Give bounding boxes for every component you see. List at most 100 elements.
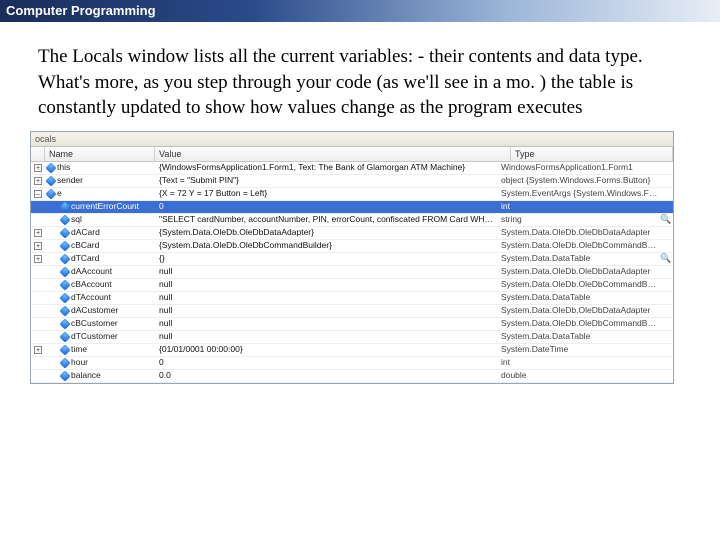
slide-title: Computer Programming — [6, 3, 156, 18]
row-value[interactable]: null — [155, 291, 497, 304]
row-type: System.DateTime — [497, 343, 659, 356]
row-name: balance — [45, 369, 155, 382]
row-value[interactable]: 0 — [155, 356, 497, 369]
column-value[interactable]: Value — [155, 147, 511, 161]
table-row[interactable]: dTAccountnullSystem.Data.DataTable — [31, 292, 673, 305]
table-row[interactable]: + sender{Text = "Submit PIN"}object {Sys… — [31, 175, 673, 188]
variable-icon — [59, 370, 70, 381]
visualizer-icon[interactable]: 🔍 — [659, 213, 673, 226]
variable-icon — [59, 266, 70, 277]
row-value[interactable]: {01/01/0001 00:00:00} — [155, 343, 497, 356]
row-value[interactable]: null — [155, 278, 497, 291]
table-row[interactable]: + this{WindowsFormsApplication1.Form1, T… — [31, 162, 673, 175]
table-row[interactable]: + dTCard{}System.Data.DataTable🔍 — [31, 253, 673, 266]
row-expander[interactable]: + — [31, 252, 45, 265]
row-type: System.Data.DataTable — [497, 252, 659, 265]
row-name: dTCustomer — [45, 330, 155, 343]
variable-icon — [59, 214, 70, 225]
row-type: System.Data.DataTable — [497, 330, 659, 343]
slide-header: Computer Programming — [0, 0, 720, 22]
variable-icon — [59, 253, 70, 264]
row-name: dACard — [45, 226, 155, 239]
variable-icon — [45, 162, 56, 173]
row-type: System.Data.OleDb.OleDbDataAdapter — [497, 226, 659, 239]
row-expander[interactable]: + — [31, 174, 45, 187]
row-value[interactable]: 0 — [155, 200, 497, 213]
table-row[interactable]: + time{01/01/0001 00:00:00}System.DateTi… — [31, 344, 673, 357]
row-value[interactable]: null — [155, 304, 497, 317]
row-name: dTAccount — [45, 291, 155, 304]
row-type: System.EventArgs {System.Windows.Forms.M… — [497, 187, 659, 200]
variable-icon — [45, 188, 56, 199]
row-expander[interactable]: + — [31, 343, 45, 356]
variable-icon — [59, 344, 70, 355]
variable-icon — [59, 227, 70, 238]
variable-icon — [59, 279, 70, 290]
row-value[interactable]: {X = 72 Y = 17 Button = Left} — [155, 187, 497, 200]
row-type: System.Data.OleDb.OleDbCommandBuilder — [497, 278, 659, 291]
row-name: cBAccount — [45, 278, 155, 291]
table-row[interactable]: – e{X = 72 Y = 17 Button = Left}System.E… — [31, 188, 673, 201]
row-value[interactable]: {WindowsFormsApplication1.Form1, Text: T… — [155, 161, 497, 174]
row-expander[interactable]: – — [31, 187, 45, 200]
row-type: System.Data.OleDb.OleDbDataAdapter — [497, 265, 659, 278]
row-type: System.Data.OleDb.OleDbCommandBuilder — [497, 239, 659, 252]
table-row[interactable]: dACustomernullSystem.Data.OleDb.OleDbDat… — [31, 305, 673, 318]
table-row[interactable]: sql"SELECT cardNumber, accountNumber, PI… — [31, 214, 673, 227]
row-value[interactable]: "SELECT cardNumber, accountNumber, PIN, … — [155, 213, 497, 226]
row-name: cBCustomer — [45, 317, 155, 330]
table-row[interactable]: dTCustomernullSystem.Data.DataTable — [31, 331, 673, 344]
row-type: string — [497, 213, 659, 226]
table-row[interactable]: + dACard{System.Data.OleDb.OleDbDataAdap… — [31, 227, 673, 240]
row-name: time — [45, 343, 155, 356]
row-type: System.Data.DataTable — [497, 291, 659, 304]
row-value[interactable]: {System.Data.OleDb.OleDbDataAdapter} — [155, 226, 497, 239]
variable-icon — [59, 357, 70, 368]
row-name: dACustomer — [45, 304, 155, 317]
row-name: cBCard — [45, 239, 155, 252]
row-name: currentErrorCount — [45, 200, 155, 213]
row-name: sender — [45, 174, 155, 187]
variable-icon — [59, 240, 70, 251]
row-name: this — [45, 161, 155, 174]
row-value[interactable]: {Text = "Submit PIN"} — [155, 174, 497, 187]
row-value[interactable]: 0.0 — [155, 369, 497, 382]
row-type: System.Data.OleDb.OleDbDataAdapter — [497, 304, 659, 317]
table-row[interactable]: currentErrorCount0int — [31, 201, 673, 214]
row-value[interactable]: {System.Data.OleDb.OleDbCommandBuilder} — [155, 239, 497, 252]
row-name: e — [45, 187, 155, 200]
locals-pane-title: ocals — [31, 132, 673, 147]
row-name: dAAccount — [45, 265, 155, 278]
row-type: System.Data.OleDb.OleDbCommandBuilder — [497, 317, 659, 330]
table-row[interactable]: + cBCard{System.Data.OleDb.OleDbCommandB… — [31, 240, 673, 253]
row-name: sql — [45, 213, 155, 226]
row-expander[interactable]: + — [31, 161, 45, 174]
variable-icon — [45, 175, 56, 186]
table-row[interactable]: balance0.0double — [31, 370, 673, 383]
column-type[interactable]: Type — [511, 147, 673, 161]
row-value[interactable]: null — [155, 317, 497, 330]
table-row[interactable]: cBAccountnullSystem.Data.OleDb.OleDbComm… — [31, 279, 673, 292]
row-type: double — [497, 369, 659, 382]
row-value[interactable]: null — [155, 265, 497, 278]
visualizer-icon[interactable]: 🔍 — [659, 252, 673, 265]
variable-icon — [59, 305, 70, 316]
locals-window: ocals Name Value Type + this{WindowsForm… — [30, 131, 674, 384]
column-name[interactable]: Name — [45, 147, 155, 161]
variable-icon — [59, 318, 70, 329]
row-expander[interactable]: + — [31, 226, 45, 239]
row-type: WindowsFormsApplication1.Form1 — [497, 161, 659, 174]
row-value[interactable]: {} — [155, 252, 497, 265]
variable-icon — [59, 331, 70, 342]
table-row[interactable]: cBCustomernullSystem.Data.OleDb.OleDbCom… — [31, 318, 673, 331]
table-row[interactable]: hour0int — [31, 357, 673, 370]
row-value[interactable]: null — [155, 330, 497, 343]
variable-icon — [59, 292, 70, 303]
locals-rows: + this{WindowsFormsApplication1.Form1, T… — [31, 162, 673, 383]
row-expander[interactable]: + — [31, 239, 45, 252]
row-type: object {System.Windows.Forms.Button} — [497, 174, 659, 187]
variable-icon — [59, 201, 70, 212]
table-row[interactable]: dAAccountnullSystem.Data.OleDb.OleDbData… — [31, 266, 673, 279]
row-name: hour — [45, 356, 155, 369]
row-type: int — [497, 356, 659, 369]
